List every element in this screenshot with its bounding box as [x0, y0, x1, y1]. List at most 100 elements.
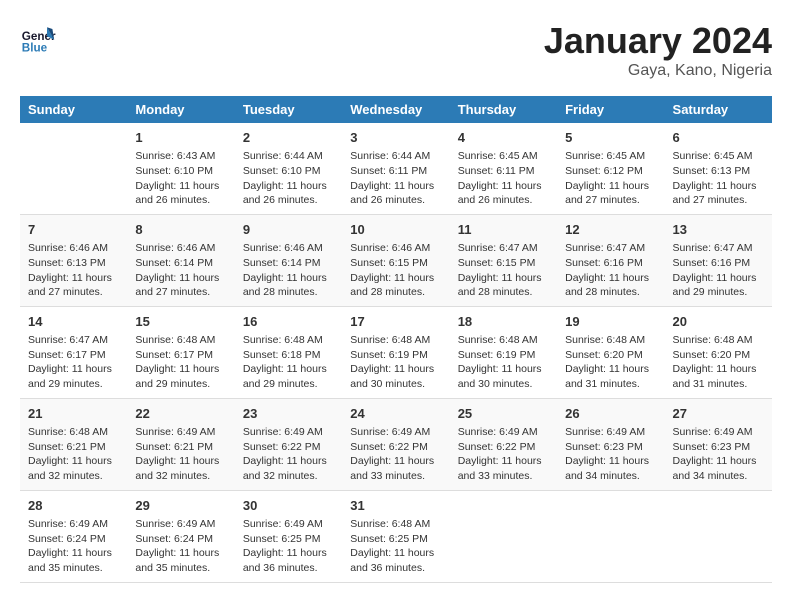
calendar-cell: 18 Sunrise: 6:48 AMSunset: 6:19 PMDayligh… [450, 306, 557, 398]
calendar-cell: 12 Sunrise: 6:47 AMSunset: 6:16 PMDayligh… [557, 214, 664, 306]
day-info: Sunrise: 6:48 AMSunset: 6:25 PMDaylight:… [350, 517, 441, 576]
calendar-cell: 7 Sunrise: 6:46 AMSunset: 6:13 PMDaylight… [20, 214, 127, 306]
day-info: Sunrise: 6:48 AMSunset: 6:19 PMDaylight:… [350, 333, 441, 392]
day-info: Sunrise: 6:44 AMSunset: 6:11 PMDaylight:… [350, 149, 441, 208]
day-info: Sunrise: 6:46 AMSunset: 6:13 PMDaylight:… [28, 241, 119, 300]
day-info: Sunrise: 6:47 AMSunset: 6:16 PMDaylight:… [565, 241, 656, 300]
day-info: Sunrise: 6:49 AMSunset: 6:22 PMDaylight:… [350, 425, 441, 484]
calendar-cell: 13 Sunrise: 6:47 AMSunset: 6:16 PMDayligh… [665, 214, 772, 306]
day-info: Sunrise: 6:43 AMSunset: 6:10 PMDaylight:… [135, 149, 226, 208]
calendar-cell: 1 Sunrise: 6:43 AMSunset: 6:10 PMDaylight… [127, 123, 234, 214]
day-info: Sunrise: 6:47 AMSunset: 6:15 PMDaylight:… [458, 241, 549, 300]
day-number: 24 [350, 405, 441, 423]
day-number: 6 [673, 129, 764, 147]
day-info: Sunrise: 6:46 AMSunset: 6:14 PMDaylight:… [135, 241, 226, 300]
day-info: Sunrise: 6:48 AMSunset: 6:18 PMDaylight:… [243, 333, 334, 392]
calendar-cell: 30 Sunrise: 6:49 AMSunset: 6:25 PMDayligh… [235, 490, 342, 582]
calendar-cell: 19 Sunrise: 6:48 AMSunset: 6:20 PMDayligh… [557, 306, 664, 398]
day-number: 4 [458, 129, 549, 147]
calendar-cell: 4Sunrise: 6:45 AMSunset: 6:11 PMDaylight… [450, 123, 557, 214]
logo-icon: General Blue [20, 20, 56, 56]
day-number: 13 [673, 221, 764, 239]
calendar-cell: 24 Sunrise: 6:49 AMSunset: 6:22 PMDayligh… [342, 398, 449, 490]
header-row: SundayMondayTuesdayWednesdayThursdayFrid… [20, 96, 772, 123]
week-row-1: 1 Sunrise: 6:43 AMSunset: 6:10 PMDaylight… [20, 123, 772, 214]
calendar-cell [557, 490, 664, 582]
day-info: Sunrise: 6:46 AMSunset: 6:14 PMDaylight:… [243, 241, 334, 300]
logo: General Blue [20, 20, 56, 56]
day-number: 1 [135, 129, 226, 147]
day-number: 7 [28, 221, 119, 239]
week-row-5: 28 Sunrise: 6:49 AMSunset: 6:24 PMDayligh… [20, 490, 772, 582]
calendar-cell: 27 Sunrise: 6:49 AMSunset: 6:23 PMDayligh… [665, 398, 772, 490]
calendar-cell: 11 Sunrise: 6:47 AMSunset: 6:15 PMDayligh… [450, 214, 557, 306]
day-info: Sunrise: 6:47 AMSunset: 6:17 PMDaylight:… [28, 333, 119, 392]
day-info: Sunrise: 6:48 AMSunset: 6:21 PMDaylight:… [28, 425, 119, 484]
calendar-cell [20, 123, 127, 214]
calendar-cell: 3 Sunrise: 6:44 AMSunset: 6:11 PMDaylight… [342, 123, 449, 214]
week-row-2: 7 Sunrise: 6:46 AMSunset: 6:13 PMDaylight… [20, 214, 772, 306]
calendar-cell: 21 Sunrise: 6:48 AMSunset: 6:21 PMDayligh… [20, 398, 127, 490]
header-day-friday: Friday [557, 96, 664, 123]
day-number: 22 [135, 405, 226, 423]
day-info: Sunrise: 6:49 AMSunset: 6:23 PMDaylight:… [565, 425, 656, 484]
title-block: January 2024 Gaya, Kano, Nigeria [544, 20, 772, 80]
day-info: Sunrise: 6:49 AMSunset: 6:23 PMDaylight:… [673, 425, 764, 484]
header-day-tuesday: Tuesday [235, 96, 342, 123]
day-info: Sunrise: 6:48 AMSunset: 6:20 PMDaylight:… [673, 333, 764, 392]
day-info: Sunrise: 6:46 AMSunset: 6:15 PMDaylight:… [350, 241, 441, 300]
location: Gaya, Kano, Nigeria [544, 62, 772, 80]
header-day-monday: Monday [127, 96, 234, 123]
day-info: Sunrise: 6:48 AMSunset: 6:20 PMDaylight:… [565, 333, 656, 392]
day-number: 30 [243, 497, 334, 515]
calendar-cell: 25Sunrise: 6:49 AMSunset: 6:22 PMDayligh… [450, 398, 557, 490]
calendar-cell: 15Sunrise: 6:48 AMSunset: 6:17 PMDayligh… [127, 306, 234, 398]
calendar-cell: 5 Sunrise: 6:45 AMSunset: 6:12 PMDaylight… [557, 123, 664, 214]
day-info: Sunrise: 6:45 AMSunset: 6:12 PMDaylight:… [565, 149, 656, 208]
day-number: 25 [458, 405, 549, 423]
day-number: 14 [28, 313, 119, 331]
day-info: Sunrise: 6:49 AMSunset: 6:24 PMDaylight:… [135, 517, 226, 576]
calendar-cell: 17Sunrise: 6:48 AMSunset: 6:19 PMDayligh… [342, 306, 449, 398]
calendar-cell: 10 Sunrise: 6:46 AMSunset: 6:15 PMDayligh… [342, 214, 449, 306]
day-info: Sunrise: 6:49 AMSunset: 6:25 PMDaylight:… [243, 517, 334, 576]
day-info: Sunrise: 6:48 AMSunset: 6:19 PMDaylight:… [458, 333, 549, 392]
calendar-cell [665, 490, 772, 582]
calendar-cell: 23 Sunrise: 6:49 AMSunset: 6:22 PMDayligh… [235, 398, 342, 490]
calendar-cell: 22Sunrise: 6:49 AMSunset: 6:21 PMDayligh… [127, 398, 234, 490]
calendar-cell: 26 Sunrise: 6:49 AMSunset: 6:23 PMDayligh… [557, 398, 664, 490]
svg-text:Blue: Blue [22, 42, 48, 55]
day-number: 9 [243, 221, 334, 239]
day-number: 28 [28, 497, 119, 515]
day-number: 5 [565, 129, 656, 147]
week-row-3: 14 Sunrise: 6:47 AMSunset: 6:17 PMDayligh… [20, 306, 772, 398]
day-info: Sunrise: 6:45 AMSunset: 6:13 PMDaylight:… [673, 149, 764, 208]
calendar-cell: 28Sunrise: 6:49 AMSunset: 6:24 PMDayligh… [20, 490, 127, 582]
week-row-4: 21 Sunrise: 6:48 AMSunset: 6:21 PMDayligh… [20, 398, 772, 490]
day-number: 23 [243, 405, 334, 423]
day-number: 16 [243, 313, 334, 331]
day-number: 26 [565, 405, 656, 423]
day-number: 11 [458, 221, 549, 239]
day-number: 10 [350, 221, 441, 239]
day-info: Sunrise: 6:47 AMSunset: 6:16 PMDaylight:… [673, 241, 764, 300]
day-number: 3 [350, 129, 441, 147]
day-number: 21 [28, 405, 119, 423]
calendar-cell: 31 Sunrise: 6:48 AMSunset: 6:25 PMDayligh… [342, 490, 449, 582]
day-info: Sunrise: 6:48 AMSunset: 6:17 PMDaylight:… [135, 333, 226, 392]
calendar-table: SundayMondayTuesdayWednesdayThursdayFrid… [20, 96, 772, 583]
day-number: 18 [458, 313, 549, 331]
day-number: 31 [350, 497, 441, 515]
header-day-thursday: Thursday [450, 96, 557, 123]
day-number: 29 [135, 497, 226, 515]
calendar-cell: 9 Sunrise: 6:46 AMSunset: 6:14 PMDaylight… [235, 214, 342, 306]
calendar-cell [450, 490, 557, 582]
header-day-saturday: Saturday [665, 96, 772, 123]
calendar-cell: 8Sunrise: 6:46 AMSunset: 6:14 PMDaylight… [127, 214, 234, 306]
day-number: 12 [565, 221, 656, 239]
day-number: 19 [565, 313, 656, 331]
calendar-cell: 2Sunrise: 6:44 AMSunset: 6:10 PMDaylight… [235, 123, 342, 214]
day-number: 2 [243, 129, 334, 147]
day-number: 27 [673, 405, 764, 423]
day-info: Sunrise: 6:49 AMSunset: 6:22 PMDaylight:… [243, 425, 334, 484]
